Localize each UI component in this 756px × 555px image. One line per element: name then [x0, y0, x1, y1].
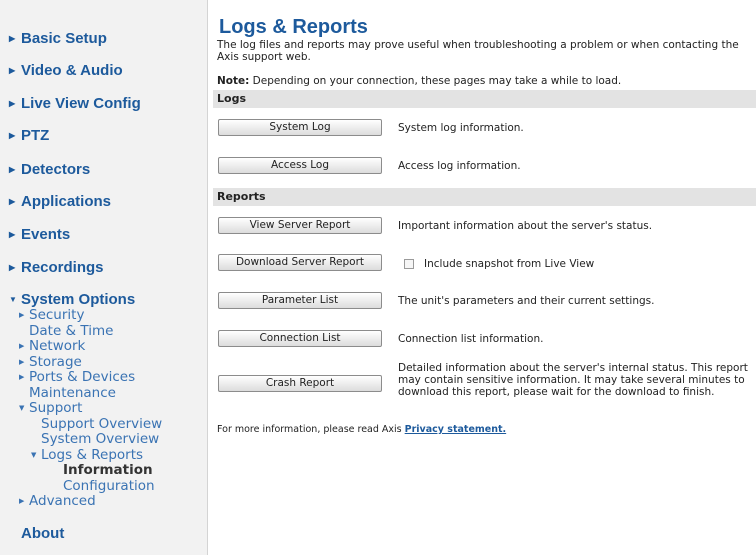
footer-note: For more information, please read Axis P…	[217, 424, 506, 435]
arrow-right-icon: ▶	[9, 263, 16, 272]
nav-label: PTZ	[21, 127, 50, 144]
nav-label: Basic Setup	[21, 30, 107, 47]
connection-list-description: Connection list information.	[398, 333, 544, 345]
arrow-down-icon: ▼	[19, 404, 25, 412]
nav-label: Video & Audio	[21, 62, 123, 79]
subnav-advanced[interactable]: ▶ Advanced	[19, 493, 96, 509]
arrow-right-icon: ▶	[19, 497, 25, 505]
subnav-label: Network	[29, 338, 86, 354]
subnav-network[interactable]: ▶ Network	[19, 338, 85, 354]
nav-label: System Options	[21, 291, 136, 308]
subnav-date-time[interactable]: Date & Time	[29, 323, 113, 339]
subnav-support[interactable]: ▼ Support	[19, 400, 82, 416]
nav-label: Live View Config	[21, 95, 141, 112]
download-server-report-button[interactable]: Download Server Report	[218, 254, 382, 271]
subnav-system-overview[interactable]: System Overview	[41, 431, 159, 447]
nav-system-options[interactable]: ▼ System Options	[9, 291, 135, 308]
access-log-description: Access log information.	[398, 160, 521, 172]
subnav-label: Security	[29, 307, 85, 323]
nav-live-view-config[interactable]: ▶ Live View Config	[9, 95, 141, 112]
subnav-logs-reports[interactable]: ▼ Logs & Reports	[31, 447, 143, 463]
arrow-right-icon: ▶	[19, 342, 25, 350]
nav-label: Recordings	[21, 259, 104, 276]
nav-label: Applications	[21, 193, 112, 210]
arrow-right-icon: ▶	[19, 311, 25, 319]
sidebar-nav: ▶ Basic Setup ▶ Video & Audio ▶ Live View C…	[0, 0, 208, 555]
subnav-support-overview[interactable]: Support Overview	[41, 416, 162, 432]
arrow-right-icon: ▶	[9, 131, 16, 140]
arrow-down-icon: ▼	[9, 295, 17, 304]
nav-ptz[interactable]: ▶ PTZ	[9, 127, 49, 144]
subnav-label: Logs & Reports	[41, 447, 144, 463]
parameter-list-description: The unit's parameters and their current …	[398, 295, 655, 307]
intro-text: The log files and reports may prove usef…	[217, 39, 739, 63]
nav-label: Detectors	[21, 161, 91, 178]
arrow-right-icon: ▶	[19, 358, 25, 366]
subnav-ports-devices[interactable]: ▶ Ports & Devices	[19, 369, 135, 385]
subnav-storage[interactable]: ▶ Storage	[19, 354, 82, 370]
system-log-description: System log information.	[398, 122, 524, 134]
arrow-right-icon: ▶	[9, 34, 16, 43]
nav-applications[interactable]: ▶ Applications	[9, 193, 111, 210]
arrow-down-icon: ▼	[31, 451, 37, 459]
nav-about[interactable]: About	[21, 525, 64, 542]
note-label: Note:	[217, 75, 250, 87]
parameter-list-button[interactable]: Parameter List	[218, 292, 382, 309]
arrow-right-icon: ▶	[9, 66, 16, 75]
logs-section-header: Logs	[213, 90, 756, 108]
subnav-label: Advanced	[29, 493, 96, 509]
subnav-maintenance[interactable]: Maintenance	[29, 385, 116, 401]
note-body: Depending on your connection, these page…	[249, 75, 622, 87]
nav-events[interactable]: ▶ Events	[9, 226, 70, 243]
connection-list-button[interactable]: Connection List	[218, 330, 382, 347]
nav-detectors[interactable]: ▶ Detectors	[9, 161, 90, 178]
arrow-right-icon: ▶	[19, 373, 25, 381]
arrow-right-icon: ▶	[9, 99, 16, 108]
subnav-security[interactable]: ▶ Security	[19, 307, 84, 323]
note-text: Note: Depending on your connection, thes…	[217, 75, 752, 87]
main-content: Logs & Reports The log files and reports…	[213, 0, 756, 555]
access-log-button[interactable]: Access Log	[218, 157, 382, 174]
view-server-report-button[interactable]: View Server Report	[218, 217, 382, 234]
privacy-statement-link[interactable]: Privacy statement.	[405, 424, 507, 435]
crash-report-button[interactable]: Crash Report	[218, 375, 382, 392]
subnav-information: Information	[63, 462, 153, 478]
reports-section-header: Reports	[213, 188, 756, 206]
arrow-right-icon: ▶	[9, 230, 16, 239]
arrow-right-icon: ▶	[9, 197, 16, 206]
subnav-label: Storage	[29, 354, 82, 370]
include-snapshot-label: Include snapshot from Live View	[424, 258, 595, 270]
include-snapshot-checkbox[interactable]	[404, 259, 414, 269]
subnav-label: Ports & Devices	[29, 369, 136, 385]
nav-basic-setup[interactable]: ▶ Basic Setup	[9, 30, 107, 47]
subnav-label: Support	[29, 400, 83, 416]
subnav-configuration[interactable]: Configuration	[63, 478, 155, 494]
arrow-right-icon: ▶	[9, 165, 16, 174]
crash-report-description: Detailed information about the server's …	[398, 362, 748, 398]
nav-video-audio[interactable]: ▶ Video & Audio	[9, 62, 123, 79]
page-title: Logs & Reports	[219, 16, 368, 38]
nav-label: Events	[21, 226, 71, 243]
view-server-report-description: Important information about the server's…	[398, 220, 653, 232]
nav-recordings[interactable]: ▶ Recordings	[9, 259, 104, 276]
system-log-button[interactable]: System Log	[218, 119, 382, 136]
footer-text: For more information, please read Axis	[217, 424, 405, 435]
